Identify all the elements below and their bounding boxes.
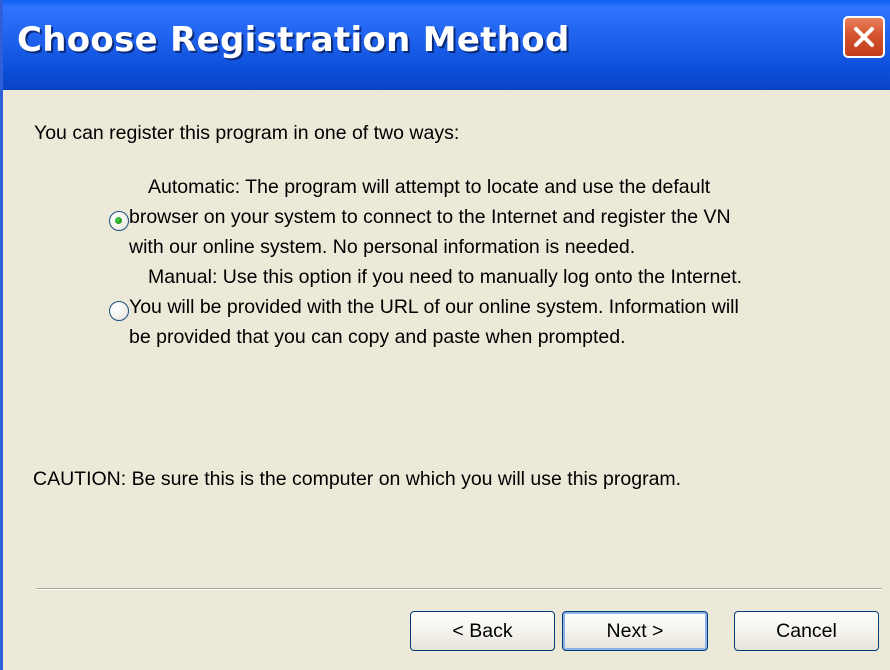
option-manual-line-3: be provided that you can copy and paste … [129,326,626,348]
radio-manual[interactable] [109,301,129,321]
option-manual-label[interactable]: Manual: Use this option if you need to m… [129,262,742,352]
radio-selected-dot [115,217,122,224]
window-title: Choose Registration Method [17,20,570,60]
close-icon [854,27,874,47]
cancel-button[interactable]: Cancel [734,611,879,651]
back-button[interactable]: < Back [410,611,555,651]
next-button[interactable]: Next > [562,611,708,651]
option-automatic-label[interactable]: Automatic: The program will attempt to l… [129,172,731,262]
radio-automatic[interactable] [109,211,129,231]
option-manual-line-2: You will be provided with the URL of our… [129,296,739,318]
button-separator [36,588,882,590]
intro-text: You can register this program in one of … [34,122,460,144]
title-bar[interactable]: Choose Registration Method [3,0,890,90]
option-automatic-line-2: browser on your system to connect to the… [129,206,731,228]
caution-text: CAUTION: Be sure this is the computer on… [33,468,682,490]
registration-dialog: Choose Registration Method You can regis… [0,0,890,670]
option-automatic-line-3: with our online system. No personal info… [129,236,636,258]
option-manual-line-1: Manual: Use this option if you need to m… [148,266,743,288]
option-automatic-line-1: Automatic: The program will attempt to l… [148,176,711,198]
close-button[interactable] [843,16,885,58]
dialog-body: You can register this program in one of … [3,90,890,670]
